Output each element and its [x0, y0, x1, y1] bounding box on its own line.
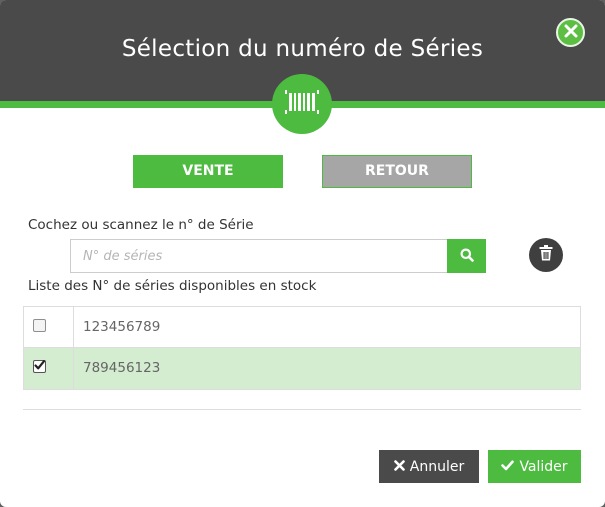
- clear-button[interactable]: [529, 238, 563, 272]
- search-button[interactable]: [447, 239, 486, 273]
- vente-button[interactable]: VENTE: [133, 155, 283, 188]
- serial-selection-dialog: Sélection du numéro de Séries VENTE RETO…: [0, 0, 605, 507]
- retour-button[interactable]: RETOUR: [322, 155, 472, 188]
- row-checkbox[interactable]: [33, 360, 46, 373]
- check-icon: [501, 459, 515, 475]
- checkbox-cell: [24, 348, 74, 389]
- serial-number: 123456789: [83, 319, 161, 335]
- table-row[interactable]: 123456789: [24, 307, 580, 348]
- stock-list-label: Liste des N° de séries disponibles en st…: [28, 278, 317, 294]
- close-button[interactable]: [556, 18, 585, 47]
- serial-search-input[interactable]: [70, 239, 448, 273]
- serial-number: 789456123: [83, 360, 161, 376]
- cancel-label: Annuler: [409, 458, 465, 475]
- search-icon: [460, 247, 474, 266]
- close-icon: [564, 23, 578, 42]
- trash-icon: [539, 245, 553, 265]
- row-checkbox[interactable]: [33, 319, 46, 332]
- cancel-button[interactable]: Annuler: [379, 450, 479, 483]
- dialog-title: Sélection du numéro de Séries: [121, 36, 484, 62]
- table-row[interactable]: 789456123: [24, 348, 580, 389]
- checkbox-cell: [24, 307, 74, 347]
- scan-label: Cochez ou scannez le n° de Série: [28, 217, 254, 233]
- barcode-badge: [272, 74, 332, 134]
- footer-divider: [23, 409, 581, 410]
- validate-button[interactable]: Valider: [488, 450, 581, 483]
- close-icon: [393, 459, 405, 475]
- barcode-icon: [285, 90, 319, 118]
- serial-table: 123456789 789456123: [23, 306, 581, 390]
- validate-label: Valider: [519, 458, 568, 475]
